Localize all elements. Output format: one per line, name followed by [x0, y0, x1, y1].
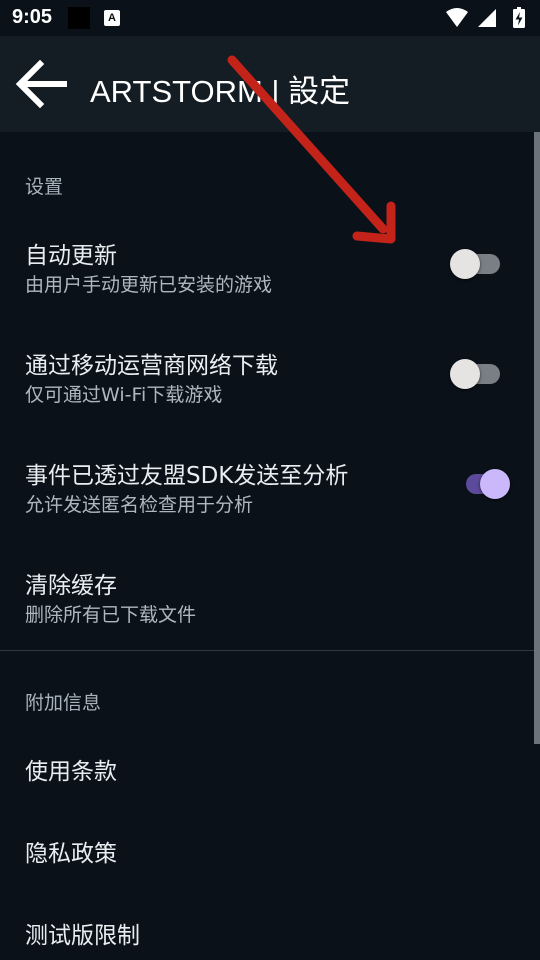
pref-summary: 仅可通过Wi-Fi下载游戏 [25, 384, 223, 406]
back-button[interactable] [14, 58, 70, 110]
pref-summary: 由用户手动更新已安装的游戏 [25, 274, 273, 296]
pref-summary: 允许发送匿名检查用于分析 [25, 494, 254, 516]
pref-title: 清除缓存 [25, 573, 117, 599]
pref-summary: 删除所有已下载文件 [25, 604, 197, 626]
pref-title: 自动更新 [25, 243, 117, 269]
battery-charging-icon [513, 7, 525, 28]
wifi-icon [446, 8, 468, 27]
status-icons [444, 6, 530, 30]
app-bar: ARTSTORM | 設定 [0, 36, 540, 132]
section-header-additional-info: 附加信息 [25, 692, 102, 714]
arrow-left-icon [15, 59, 67, 109]
pref-privacy-policy[interactable]: 隐私政策 [0, 808, 534, 888]
scrollbar[interactable] [534, 132, 540, 744]
section-divider [0, 650, 534, 651]
pref-mobile-download[interactable]: 通过移动运营商网络下载 仅可通过Wi-Fi下载游戏 [0, 322, 534, 428]
pref-title: 使用条款 [25, 759, 117, 785]
pref-title: 隐私政策 [25, 841, 117, 867]
notification-square-icon [68, 7, 90, 29]
pref-title: 通过移动运营商网络下载 [25, 353, 278, 379]
switch-thumb [450, 249, 480, 279]
app-title: ARTSTORM | 設定 [90, 74, 351, 109]
pref-auto-update[interactable]: 自动更新 由用户手动更新已安装的游戏 [0, 212, 534, 318]
pref-terms-of-use[interactable]: 使用条款 [0, 726, 534, 806]
mobile-download-switch[interactable] [450, 354, 504, 394]
switch-thumb [480, 469, 510, 499]
status-time: 9:05 [12, 6, 53, 28]
pref-analytics[interactable]: 事件已透过友盟SDK发送至分析 允许发送匿名检查用于分析 [0, 432, 534, 538]
auto-update-switch[interactable] [450, 244, 504, 284]
notification-app-letter: A [108, 12, 116, 24]
notification-app-icon: A [104, 10, 120, 26]
signal-icon [478, 9, 496, 27]
settings-list: 设置 自动更新 由用户手动更新已安装的游戏 通过移动运营商网络下载 仅可通过Wi… [0, 132, 540, 960]
pref-clear-cache[interactable]: 清除缓存 删除所有已下载文件 [0, 542, 534, 648]
pref-title: 事件已透过友盟SDK发送至分析 [25, 463, 349, 489]
pref-beta-limits[interactable]: 测试版限制 [0, 890, 534, 960]
switch-thumb [450, 359, 480, 389]
section-header-settings: 设置 [25, 176, 64, 198]
status-bar: 9:05 A [0, 0, 540, 36]
pref-title: 测试版限制 [25, 923, 140, 949]
analytics-switch[interactable] [458, 464, 512, 504]
